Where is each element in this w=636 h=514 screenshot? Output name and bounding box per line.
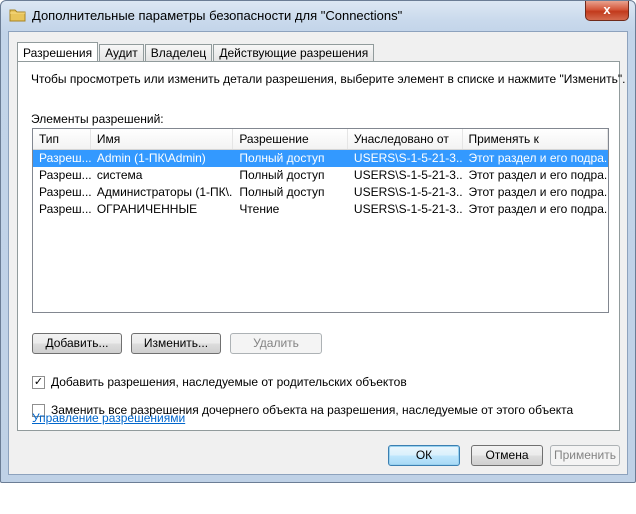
dialog-client-area: Разрешения Аудит Владелец Действующие ра… [8, 31, 628, 475]
cell-permission: Полный доступ [239, 151, 325, 165]
tab-permissions[interactable]: Разрешения [17, 42, 99, 63]
folder-icon [9, 9, 26, 22]
cell-type: Разреш... [39, 185, 91, 199]
edit-button[interactable]: Изменить... [131, 333, 221, 354]
close-icon: x [603, 2, 611, 17]
table-row[interactable]: Разреш... система Полный доступ USERS\S-… [33, 167, 608, 184]
table-row[interactable]: Разреш... ОГРАНИЧЕННЫЕ Чтение USERS\S-1-… [33, 201, 608, 218]
cell-permission: Чтение [239, 202, 280, 216]
column-header-apply-to[interactable]: Применять к [462, 129, 608, 149]
manage-permissions-link[interactable]: Управление разрешениями [32, 411, 185, 425]
dialog-window: Дополнительные параметры безопасности дл… [0, 0, 636, 483]
checkmark-icon: ✓ [33, 375, 44, 388]
apply-button[interactable]: Применить [550, 445, 620, 466]
tab-strip: Разрешения Аудит Владелец Действующие ра… [17, 40, 375, 63]
ok-button[interactable]: ОК [388, 445, 460, 466]
table-row[interactable]: Разреш... Администраторы (1-ПК\... Полны… [33, 184, 608, 201]
instructions-text: Чтобы просмотреть или изменить детали ра… [31, 72, 626, 86]
column-header-permission[interactable]: Разрешение [233, 129, 348, 149]
inherit-permissions-checkbox[interactable]: ✓ [32, 375, 45, 389]
remove-button[interactable]: Удалить [230, 333, 322, 354]
close-button[interactable]: x [585, 1, 629, 21]
add-button[interactable]: Добавить... [32, 333, 122, 354]
tab-effective-permissions[interactable]: Действующие разрешения [213, 44, 375, 62]
cell-name: Admin (1-ПК\Admin) [96, 151, 206, 165]
list-header: Тип Имя Разрешение Унаследовано от Приме… [33, 129, 608, 150]
column-header-type[interactable]: Тип [33, 129, 91, 149]
cell-inherited-from: USERS\S-1-5-21-3... [353, 151, 463, 165]
tab-auditing[interactable]: Аудит [99, 44, 144, 62]
cell-permission: Полный доступ [239, 168, 325, 182]
tab-owner[interactable]: Владелец [144, 44, 213, 62]
title-bar[interactable]: Дополнительные параметры безопасности дл… [1, 1, 635, 33]
cell-inherited-from: USERS\S-1-5-21-3... [353, 185, 463, 199]
column-header-inherited-from[interactable]: Унаследовано от [347, 129, 463, 149]
cell-name: Администраторы (1-ПК\... [96, 185, 234, 199]
cell-apply-to: Этот раздел и его подра... [468, 202, 608, 216]
window-title: Дополнительные параметры безопасности дл… [32, 8, 403, 23]
inherit-permissions-label: Добавить разрешения, наследуемые от роди… [51, 375, 407, 389]
table-row[interactable]: Разреш... Admin (1-ПК\Admin) Полный дост… [33, 150, 608, 167]
cell-apply-to: Этот раздел и его подра... [468, 185, 608, 199]
cell-type: Разреш... [39, 151, 91, 165]
cell-apply-to: Этот раздел и его подра... [468, 168, 608, 182]
cell-inherited-from: USERS\S-1-5-21-3... [353, 168, 463, 182]
cell-name: система [96, 168, 143, 182]
cell-permission: Полный доступ [239, 185, 325, 199]
permission-entries-list[interactable]: Тип Имя Разрешение Унаследовано от Приме… [32, 128, 609, 313]
cell-type: Разреш... [39, 168, 91, 182]
permission-entries-label: Элементы разрешений: [31, 112, 164, 126]
cell-name: ОГРАНИЧЕННЫЕ [96, 202, 198, 216]
column-header-name[interactable]: Имя [90, 129, 234, 149]
cell-apply-to: Этот раздел и его подра... [468, 151, 608, 165]
cancel-button[interactable]: Отмена [471, 445, 543, 466]
permissions-panel: Чтобы просмотреть или изменить детали ра… [17, 61, 625, 431]
cell-inherited-from: USERS\S-1-5-21-3... [353, 202, 463, 216]
inherit-permissions-option[interactable]: ✓ Добавить разрешения, наследуемые от ро… [32, 375, 407, 389]
cell-type: Разреш... [39, 202, 91, 216]
